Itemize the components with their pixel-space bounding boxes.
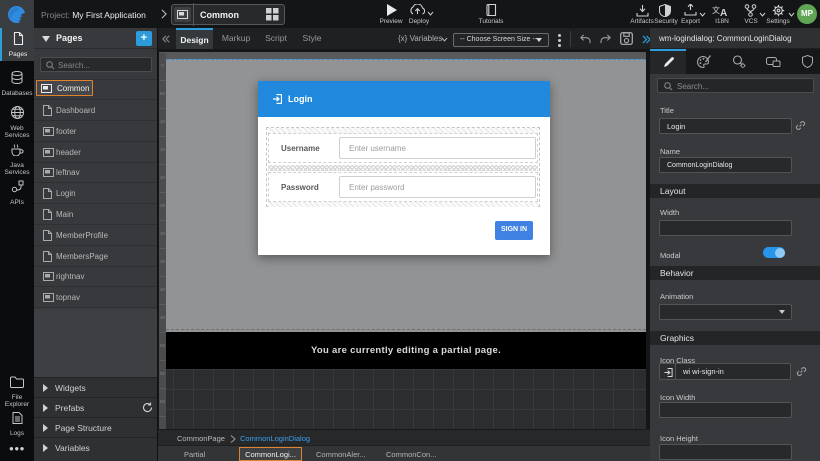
svg-text:A: A xyxy=(720,8,727,17)
svg-text:文: 文 xyxy=(712,5,720,15)
